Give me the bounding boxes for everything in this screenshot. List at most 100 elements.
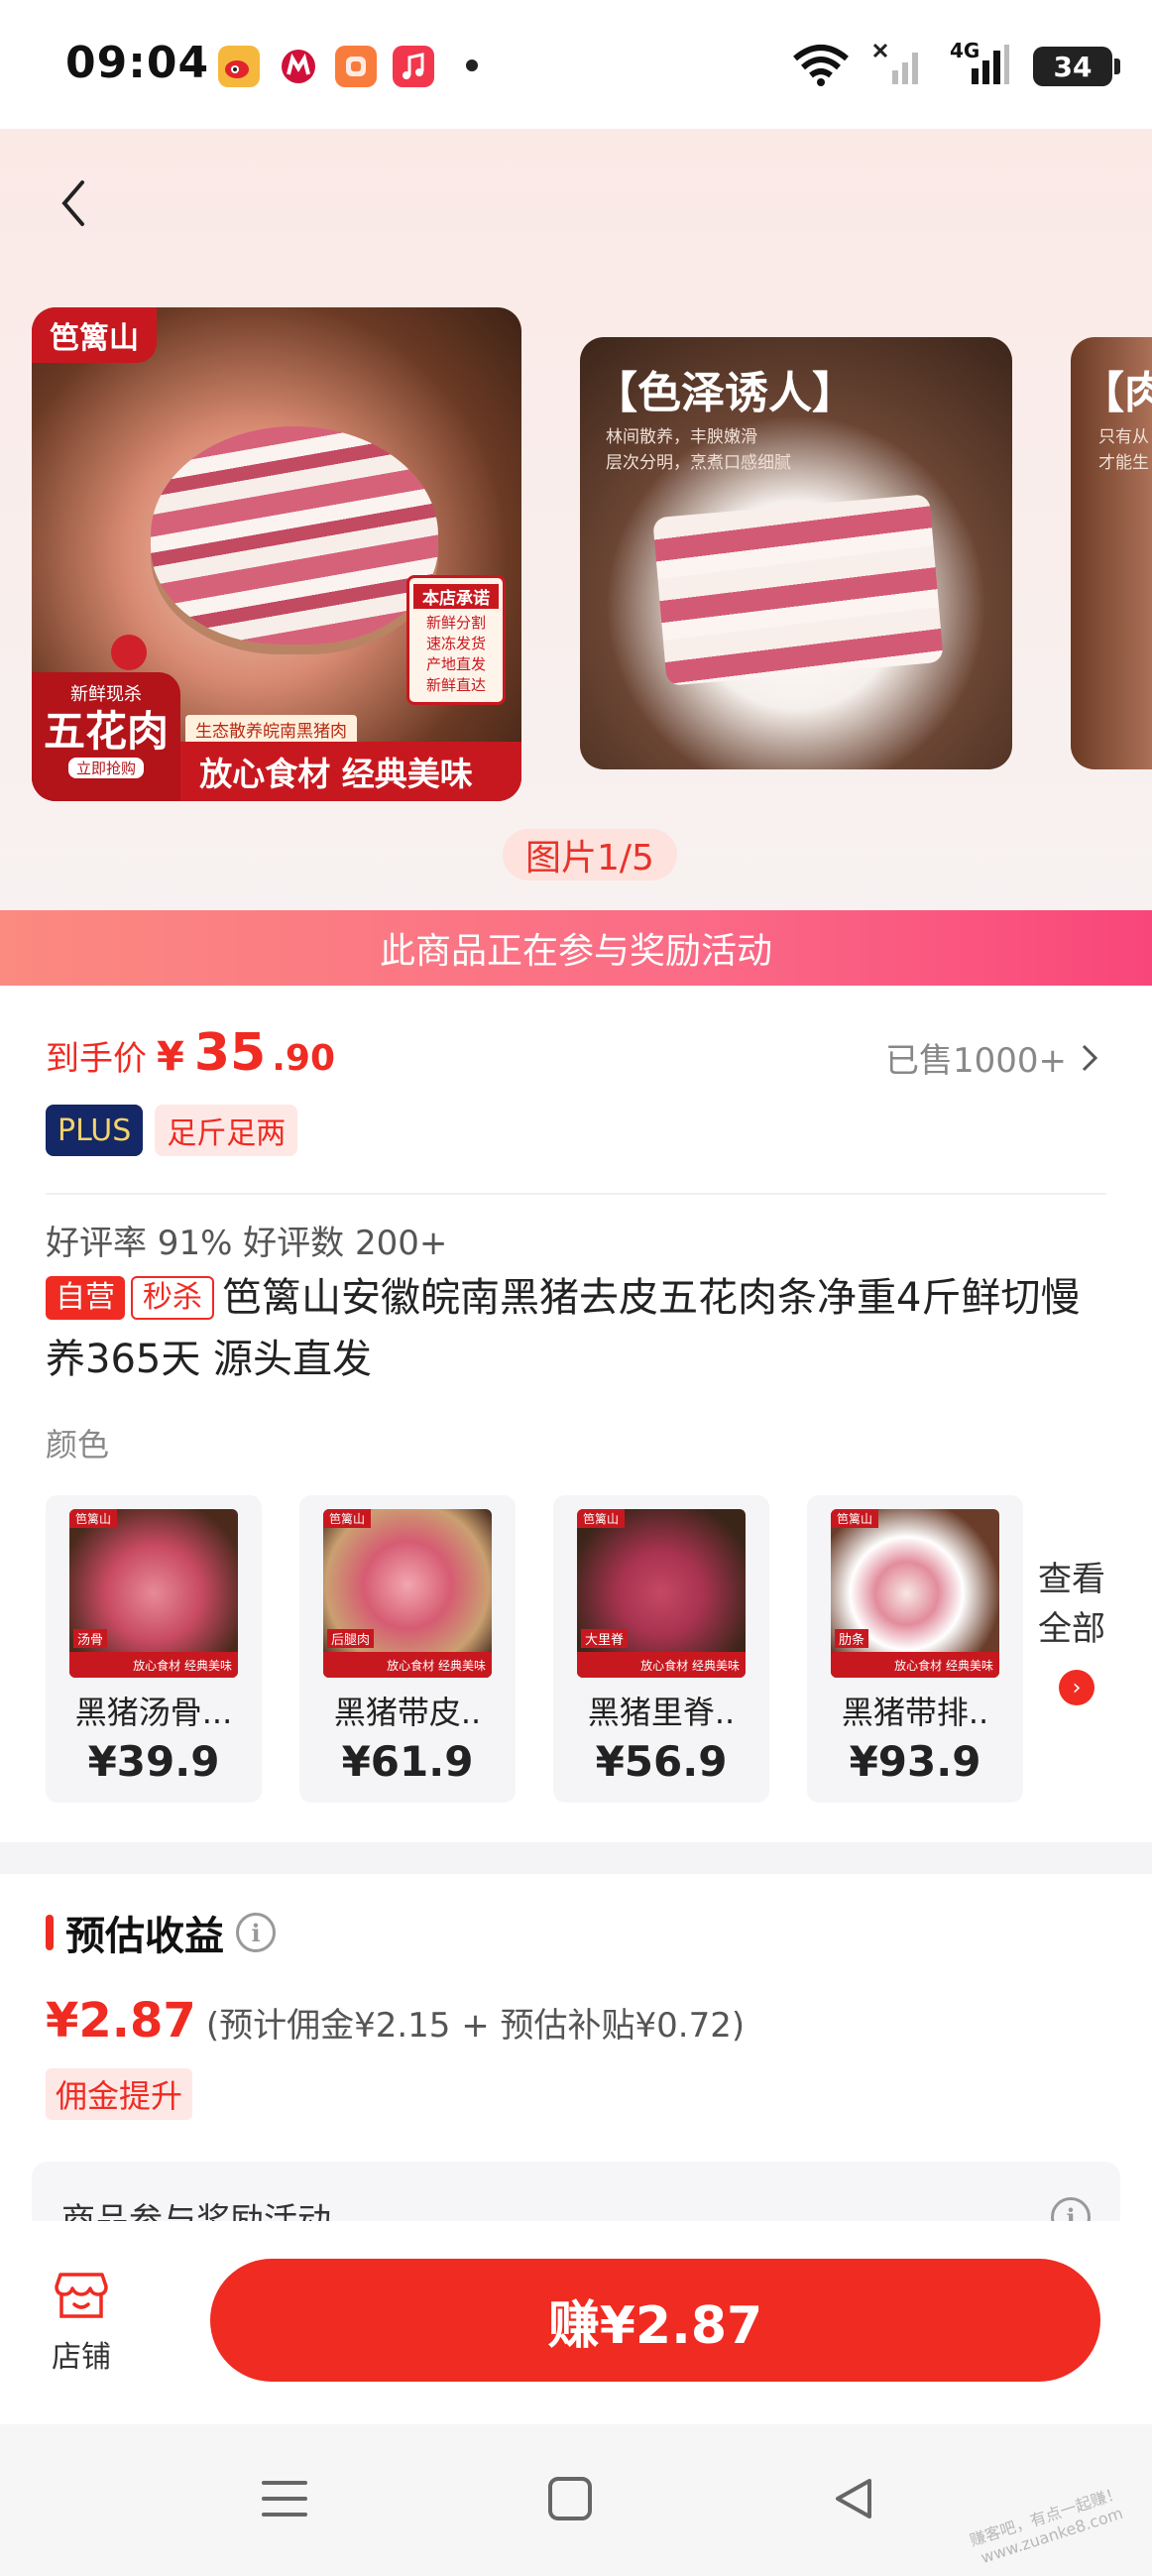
slide-title: 【色泽诱人】 bbox=[594, 368, 856, 418]
variant-name: 黑猪带皮.. bbox=[333, 1694, 482, 1731]
variant-price: ¥93.9 bbox=[849, 1737, 981, 1786]
status-indicators: 4G 34 bbox=[791, 39, 1120, 91]
variant-image-band: 放心食材 经典美味 bbox=[831, 1652, 999, 1678]
variant-image: 笆篱山 后腿肉 放心食材 经典美味 bbox=[323, 1509, 492, 1678]
price-decimal: .90 bbox=[272, 1038, 335, 1079]
see-all-variants-button[interactable]: 查看 全部 bbox=[1037, 1555, 1106, 1654]
triangle-back-icon bbox=[836, 2479, 871, 2518]
variant-price: ¥56.9 bbox=[595, 1737, 728, 1786]
promise-title: 本店承诺 bbox=[413, 584, 499, 609]
price-symbol: ¥ bbox=[157, 1034, 184, 1080]
variant-card[interactable]: 笆篱山 大里脊 放心食材 经典美味 黑猪里脊.. ¥56.9 bbox=[553, 1495, 769, 1803]
shop-button[interactable]: 店铺 bbox=[40, 2271, 123, 2376]
status-time: 09:04 bbox=[65, 38, 210, 88]
earnings-detail: (预计佣金¥2.15 + 预估补贴¥0.72) bbox=[205, 2006, 746, 2046]
menu-button[interactable] bbox=[250, 2464, 319, 2533]
signal-disabled-icon bbox=[872, 43, 928, 90]
badge-main: 五花肉 bbox=[43, 707, 169, 756]
variant-image-brand: 笆篱山 bbox=[831, 1509, 879, 1528]
price-tags: PLUS 足斤足两 bbox=[46, 1105, 298, 1156]
variant-price: ¥61.9 bbox=[341, 1737, 474, 1786]
earnings-row: ¥2.87 (预计佣金¥2.15 + 预估补贴¥0.72) bbox=[46, 1993, 745, 2049]
metro-icon bbox=[278, 46, 319, 87]
reward-activity-banner[interactable]: 此商品正在参与奖励活动 bbox=[0, 910, 1152, 986]
status-bar: 09:04 4G 34 bbox=[0, 0, 1152, 129]
earnings-amount: ¥2.87 bbox=[46, 1993, 196, 2049]
slide-title: 【肉 bbox=[1081, 368, 1152, 418]
wifi-icon bbox=[791, 43, 851, 90]
info-icon[interactable]: i bbox=[1051, 2197, 1091, 2221]
promise-line: 产地直发 bbox=[425, 655, 486, 673]
slide-subtitle: 林间散养，丰腴嫩滑 层次分明，烹煮口感细腻 bbox=[606, 424, 791, 476]
slide-band-subtitle: 生态散养皖南黑猪肉 bbox=[185, 715, 357, 744]
variant-image-brand: 笆篱山 bbox=[323, 1509, 372, 1528]
variant-card[interactable]: 笆篱山 肋条 放心食材 经典美味 黑猪带排.. ¥93.9 bbox=[807, 1495, 1023, 1803]
chevron-left-icon bbox=[61, 180, 84, 226]
product-title: 自营 秒杀 笆篱山安徽皖南黑猪去皮五花肉条净重4斤鲜切慢养365天 源头直发 bbox=[46, 1267, 1106, 1390]
variant-image-band: 放心食材 经典美味 bbox=[69, 1652, 238, 1678]
price-label: 到手价 bbox=[46, 1039, 147, 1079]
sold-count-link[interactable]: 已售1000+ bbox=[885, 1033, 1098, 1082]
store-icon bbox=[55, 2273, 108, 2318]
slide-subtitle: 只有从 才能生 bbox=[1098, 424, 1149, 476]
back-button[interactable] bbox=[44, 169, 103, 238]
promise-line: 新鲜分割 bbox=[425, 614, 486, 632]
promise-line: 新鲜直达 bbox=[425, 676, 486, 694]
chevron-right-icon bbox=[1082, 1044, 1098, 1071]
pork-belly-image bbox=[151, 426, 438, 644]
variant-image-band: 放心食材 经典美味 bbox=[577, 1652, 746, 1678]
taobao-icon bbox=[335, 46, 377, 87]
variant-list: 笆篱山 汤骨 放心食材 经典美味 黑猪汤骨... ¥39.9 笆篱山 后腿肉 放… bbox=[46, 1495, 1023, 1803]
home-button[interactable] bbox=[535, 2464, 605, 2533]
product-gallery[interactable]: 笆篱山 本店承诺 新鲜分割 速冻发货 产地直发 新鲜直达 生态散养皖南黑猪肉 放… bbox=[0, 129, 1152, 912]
product-badge: 新鲜现杀 五花肉 立即抢购 bbox=[32, 672, 180, 801]
section-separator bbox=[0, 1842, 1152, 1874]
sold-count: 已售1000+ bbox=[884, 1041, 1067, 1081]
pork-belly-image bbox=[652, 494, 944, 686]
weibo-icon bbox=[218, 46, 260, 87]
watermark: 赚客吧，有点一起赚！ www.zuanke8.com bbox=[968, 2483, 1131, 2569]
promise-line: 速冻发货 bbox=[425, 635, 486, 652]
see-all-label: 查看 bbox=[1038, 1560, 1105, 1599]
variant-image-brand: 笆篱山 bbox=[69, 1509, 118, 1528]
variant-image-brand: 笆篱山 bbox=[577, 1509, 626, 1528]
variant-image-band: 放心食材 经典美味 bbox=[323, 1652, 492, 1678]
variant-name: 黑猪带排.. bbox=[841, 1694, 989, 1731]
variant-image-tag: 大里脊 bbox=[581, 1629, 629, 1648]
price-integer: 35 bbox=[193, 1023, 267, 1083]
shop-label: 店铺 bbox=[52, 2340, 111, 2375]
variant-card[interactable]: 笆篱山 后腿肉 放心食材 经典美味 黑猪带皮.. ¥61.9 bbox=[299, 1495, 516, 1803]
badge-button: 立即抢购 bbox=[67, 758, 144, 778]
plus-tag: PLUS bbox=[46, 1105, 144, 1156]
see-all-label: 全部 bbox=[1038, 1609, 1105, 1649]
variant-name: 黑猪汤骨... bbox=[74, 1694, 233, 1731]
flash-sale-tag: 秒杀 bbox=[131, 1276, 214, 1320]
variant-label: 颜色 bbox=[46, 1426, 110, 1464]
gallery-slide-1[interactable]: 笆篱山 本店承诺 新鲜分割 速冻发货 产地直发 新鲜直达 生态散养皖南黑猪肉 放… bbox=[32, 307, 521, 801]
reward-activity-card[interactable]: 商品参与奖励活动 i bbox=[32, 2162, 1120, 2221]
system-nav-bar: 赚客吧，有点一起赚！ www.zuanke8.com bbox=[0, 2424, 1152, 2576]
variant-image-tag: 汤骨 bbox=[73, 1629, 108, 1648]
bottom-action-bar: 店铺 赚¥2.87 bbox=[0, 2221, 1152, 2424]
menu-icon bbox=[262, 2481, 307, 2517]
variant-image-tag: 后腿肉 bbox=[327, 1629, 375, 1648]
slide-brand-tag: 笆篱山 bbox=[32, 307, 157, 363]
info-icon[interactable]: i bbox=[236, 1913, 276, 1952]
divider bbox=[46, 1193, 1106, 1195]
slide-subtitle-line: 只有从 bbox=[1098, 427, 1149, 447]
variant-card[interactable]: 笆篱山 汤骨 放心食材 经典美味 黑猪汤骨... ¥39.9 bbox=[46, 1495, 262, 1803]
gallery-slide-2[interactable]: 【色泽诱人】 林间散养，丰腴嫩滑 层次分明，烹煮口感细腻 bbox=[580, 337, 1012, 769]
badge-top: 新鲜现杀 bbox=[70, 684, 142, 705]
network-label: 4G bbox=[950, 39, 980, 62]
activity-text: 商品参与奖励活动 bbox=[61, 2201, 331, 2221]
arrow-right-icon[interactable]: › bbox=[1059, 1670, 1094, 1705]
gallery-slide-3[interactable]: 【肉 只有从 才能生 bbox=[1071, 337, 1152, 769]
earn-button[interactable]: 赚¥2.87 bbox=[210, 2259, 1100, 2382]
notification-dot-icon bbox=[466, 59, 478, 71]
variant-image: 笆篱山 大里脊 放心食材 经典美味 bbox=[577, 1509, 746, 1678]
earnings-header: 预估收益 i bbox=[46, 1904, 276, 1961]
slide-subtitle-line: 林间散养，丰腴嫩滑 bbox=[606, 427, 757, 447]
variant-image-tag: 肋条 bbox=[835, 1629, 869, 1648]
rating-summary[interactable]: 好评率 91% 好评数 200+ bbox=[46, 1216, 447, 1264]
back-nav-button[interactable] bbox=[819, 2464, 888, 2533]
